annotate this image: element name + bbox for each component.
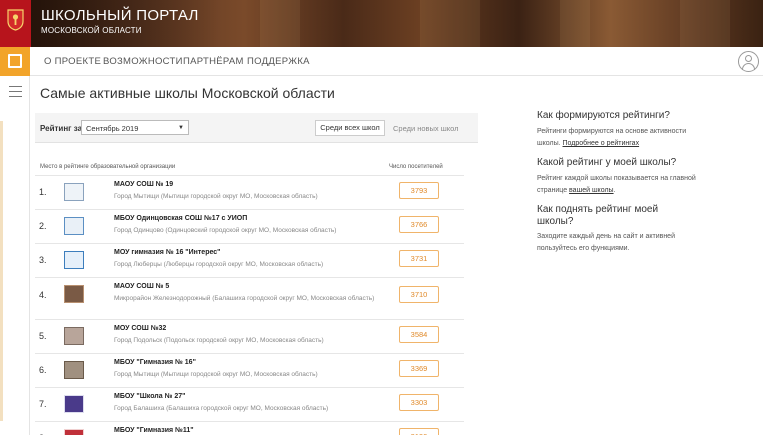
sidebar (0, 76, 30, 435)
new-schools-button[interactable]: Среди новых школ (393, 124, 459, 133)
logo[interactable] (0, 0, 31, 47)
table-row[interactable]: 3. МОУ гимназия № 16 "Интерес" Город Любер… (35, 243, 464, 277)
faq-a3: Заходите каждый день на сайт и активней … (537, 233, 675, 252)
column-header-place: Место в рейтинге образовательной организ… (40, 164, 176, 170)
rank-number: 6. (39, 365, 47, 375)
school-logo-icon[interactable] (64, 429, 84, 435)
chevron-down-icon: ▼ (178, 125, 184, 131)
month-select-value: Сентябрь 2019 (86, 124, 139, 133)
rank-number: 2. (39, 221, 47, 231)
site-title[interactable]: ШКОЛЬНЫЙ ПОРТАЛ (41, 7, 199, 24)
table-row[interactable]: 8.МБОУ "Гимназия №11"3190 (35, 421, 464, 435)
nav-about[interactable]: О ПРОЕКТЕ (44, 56, 101, 67)
school-logo-icon[interactable] (64, 361, 84, 379)
school-location: Город Мытищи (Мытищи городской округ МО,… (114, 371, 318, 378)
site-subtitle: МОСКОВСКОЙ ОБЛАСТИ (41, 26, 142, 35)
menu-icon[interactable] (9, 86, 22, 97)
school-logo-icon[interactable] (64, 251, 84, 269)
visitor-count: 3731 (399, 250, 439, 267)
all-schools-button[interactable]: Среди всех школ (315, 120, 385, 136)
school-logo-icon[interactable] (64, 183, 84, 201)
ratings-link[interactable]: Подробнее о рейтингах (563, 140, 640, 147)
faq-q2: Какой рейтинг у моей школы? (537, 157, 677, 168)
school-name[interactable]: МОУ СОШ №32 (114, 325, 166, 332)
visitor-count: 3766 (399, 216, 439, 233)
filter-label: Рейтинг за (40, 124, 83, 133)
school-location: Город Одинцово (Одинцовский городской ок… (114, 227, 337, 234)
top-nav: О ПРОЕКТЕ ВОЗМОЖНОСТИ ПАРТНЁРАМ ПОДДЕРЖК… (0, 47, 763, 76)
filter-bar: Рейтинг за Сентябрь 2019 ▼ Среди всех шк… (35, 113, 478, 143)
nav-features[interactable]: ВОЗМОЖНОСТИ (103, 56, 183, 67)
faq-q3: Как поднять рейтинг моей школы? (537, 204, 659, 227)
square-icon (8, 54, 22, 68)
rank-number: 3. (39, 255, 47, 265)
visitor-count: 3303 (399, 394, 439, 411)
school-logo-icon[interactable] (64, 285, 84, 303)
month-select[interactable]: Сентябрь 2019 ▼ (81, 120, 189, 135)
coat-of-arms-icon (7, 9, 24, 31)
faq-a2-text: Рейтинг каждой школы показывается на гла… (537, 175, 696, 194)
column-header-visitors: Число посетителей (389, 164, 443, 170)
school-location: Город Люберцы (Люберцы городской округ М… (114, 261, 324, 268)
page-title: Самые активные школы Московской области (40, 85, 335, 101)
faq-a1: Рейтинги формируются на основе активност… (537, 126, 707, 150)
school-name[interactable]: МБОУ "Школа № 27" (114, 393, 185, 400)
table-row[interactable]: 1. МАОУ СОШ № 19 Город Мытищи (Мытищи горо… (35, 175, 464, 209)
school-name[interactable]: МОУ гимназия № 16 "Интерес" (114, 249, 220, 256)
rank-number: 7. (39, 399, 47, 409)
visitor-count: 3710 (399, 286, 439, 303)
rank-number: 4. (39, 290, 47, 300)
home-tab[interactable] (0, 47, 30, 76)
visitor-count: 3793 (399, 182, 439, 199)
school-logo-icon[interactable] (64, 327, 84, 345)
school-logo-icon[interactable] (64, 395, 84, 413)
school-name[interactable]: МБОУ "Гимназия №11" (114, 427, 194, 434)
school-name[interactable]: МБОУ Одинцовская СОШ №17 с УИОП (114, 215, 247, 222)
rank-number: 1. (39, 187, 47, 197)
school-name[interactable]: МБОУ "Гимназия № 16" (114, 359, 196, 366)
school-location: Город Мытищи (Мытищи городской округ МО,… (114, 193, 318, 200)
school-logo-icon[interactable] (64, 217, 84, 235)
school-location: Микрорайон Железнодорожный (Балашиха гор… (114, 295, 375, 302)
table-row[interactable]: 5. МОУ СОШ №32 Город Подольск (Подольск го… (35, 319, 464, 353)
school-location: Город Балашиха (Балашиха городской округ… (114, 405, 329, 412)
table-row[interactable]: 6. МБОУ "Гимназия № 16" Город Мытищи (Мыти… (35, 353, 464, 387)
visitor-count: 3584 (399, 326, 439, 343)
table-row[interactable]: 4. МАОУ СОШ № 5 Микрорайон Железнодорожный… (35, 277, 464, 319)
visitor-count: 3369 (399, 360, 439, 377)
user-icon[interactable] (738, 51, 759, 72)
rank-number: 5. (39, 331, 47, 341)
faq-q1: Как формируются рейтинги? (537, 110, 670, 121)
table-row[interactable]: 2. МБОУ Одинцовская СОШ №17 с УИОП Город О… (35, 209, 464, 243)
nav-partners[interactable]: ПАРТНЁРАМ (183, 56, 244, 67)
nav-support[interactable]: ПОДДЕРЖКА (247, 56, 310, 67)
school-name[interactable]: МАОУ СОШ № 19 (114, 181, 173, 188)
school-location: Город Подольск (Подольск городской округ… (114, 337, 324, 344)
school-name[interactable]: МАОУ СОШ № 5 (114, 283, 169, 290)
faq-a2: Рейтинг каждой школы показывается на гла… (537, 175, 696, 194)
visitor-count: 3190 (399, 428, 439, 435)
your-school-link[interactable]: вашей школы (569, 187, 614, 194)
table-row[interactable]: 7. МБОУ "Школа № 27" Город Балашиха (Балаш… (35, 387, 464, 421)
